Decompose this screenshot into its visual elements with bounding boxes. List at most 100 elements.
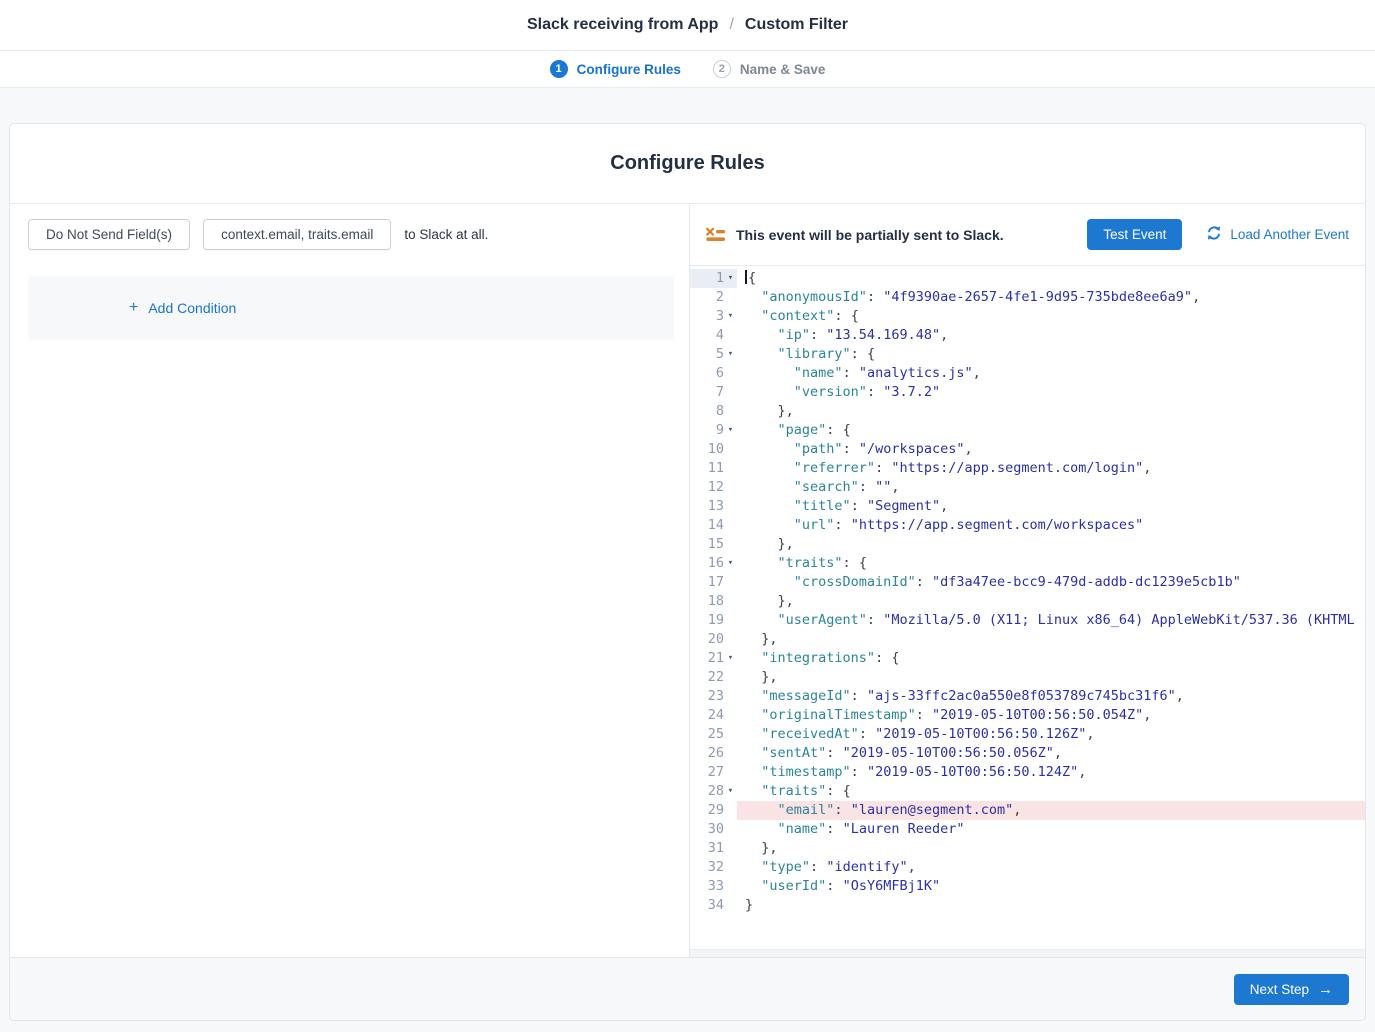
fold-arrow-icon[interactable]: ▾ [724,421,737,440]
card-body: Do Not Send Field(s) context.email, trai… [10,204,1365,957]
code-text: "userAgent": "Mozilla/5.0 (X11; Linux x8… [737,611,1365,630]
code-text: "type": "identify", [737,858,1365,877]
fold-arrow-icon[interactable]: ▾ [724,554,737,573]
text-cursor [745,270,747,284]
code-text: "sentAt": "2019-05-10T00:56:50.056Z", [737,744,1365,763]
code-text: }, [737,535,1365,554]
line-number: 13 [708,497,724,516]
top-bar: Slack receiving from App / Custom Filter [0,0,1375,51]
line-number: 14 [708,516,724,535]
code-line: 22 }, [690,668,1365,687]
line-number: 10 [708,440,724,459]
code-text: }, [737,630,1365,649]
fold-arrow-icon[interactable]: ▾ [724,269,737,288]
add-condition-label: Add Condition [148,300,236,316]
code-text: "crossDomainId": "df3a47ee-bcc9-479d-add… [737,573,1365,592]
code-line: 11 "referrer": "https://app.segment.com/… [690,459,1365,478]
preview-status-text: This event will be partially sent to Sla… [736,227,1004,243]
code-line: 10 "path": "/workspaces", [690,440,1365,459]
load-another-event-button[interactable]: Load Another Event [1206,225,1349,244]
code-text: "traits": { [737,554,1365,573]
horizontal-scrollbar[interactable] [690,949,1365,957]
code-text: "email": "lauren@segment.com", [737,801,1365,820]
code-text: } [737,896,1365,915]
breadcrumb: Slack receiving from App / Custom Filter [527,16,848,34]
code-text: "originalTimestamp": "2019-05-10T00:56:5… [737,706,1365,725]
breadcrumb-link-destination[interactable]: Slack receiving from App [527,16,718,34]
code-line: 32 "type": "identify", [690,858,1365,877]
code-text: }, [737,668,1365,687]
line-number: 32 [708,858,724,877]
line-number: 24 [708,706,724,725]
fold-arrow-icon[interactable]: ▾ [724,649,737,668]
rule-builder-panel: Do Not Send Field(s) context.email, trai… [10,204,690,957]
code-text: "name": "Lauren Reeder" [737,820,1365,839]
rule-fields-button[interactable]: context.email, traits.email [203,219,391,250]
code-line: 13 "title": "Segment", [690,497,1365,516]
line-number: 34 [708,896,724,915]
preview-header: This event will be partially sent to Sla… [690,204,1365,266]
line-number: 28 [708,782,724,801]
code-text: "page": { [737,421,1365,440]
card-title-area: Configure Rules [10,124,1365,204]
code-line: 27 "timestamp": "2019-05-10T00:56:50.124… [690,763,1365,782]
code-text: "timestamp": "2019-05-10T00:56:50.124Z", [737,763,1365,782]
code-line: 1▾{ [690,269,1365,288]
code-line: 16▾ "traits": { [690,554,1365,573]
line-number: 31 [708,839,724,858]
fold-arrow-icon[interactable]: ▾ [724,345,737,364]
step-name-and-save[interactable]: 2 Name & Save [713,60,826,78]
line-number: 2 [716,288,724,307]
breadcrumb-separator: / [729,16,733,34]
code-line: 19 "userAgent": "Mozilla/5.0 (X11; Linux… [690,611,1365,630]
rule-row: Do Not Send Field(s) context.email, trai… [28,219,689,250]
code-text: "traits": { [737,782,1365,801]
test-event-button[interactable]: Test Event [1087,219,1182,250]
code-text: "ip": "13.54.169.48", [737,326,1365,345]
code-text: "url": "https://app.segment.com/workspac… [737,516,1365,535]
code-text: "messageId": "ajs-33ffc2ac0a550e8f053789… [737,687,1365,706]
line-number: 26 [708,744,724,763]
line-number: 5 [716,345,724,364]
code-editor[interactable]: 1▾{2 "anonymousId": "4f9390ae-2657-4fe1-… [690,266,1365,949]
code-text: "path": "/workspaces", [737,440,1365,459]
arrow-right-icon: → [1318,982,1333,997]
code-line: 25 "receivedAt": "2019-05-10T00:56:50.12… [690,725,1365,744]
code-line: 15 }, [690,535,1365,554]
line-number: 18 [708,592,724,611]
step-1-label: Configure Rules [577,62,681,77]
line-number: 19 [708,611,724,630]
fold-arrow-icon[interactable]: ▾ [724,307,737,326]
add-condition-panel: + Add Condition [28,276,674,340]
code-line: 29 "email": "lauren@segment.com", [690,801,1365,820]
fold-arrow-icon[interactable]: ▾ [724,782,737,801]
line-number: 16 [708,554,724,573]
code-text: }, [737,402,1365,421]
step-configure-rules[interactable]: 1 Configure Rules [550,60,681,78]
code-text: "receivedAt": "2019-05-10T00:56:50.126Z"… [737,725,1365,744]
code-text: "search": "", [737,478,1365,497]
steps-bar: 1 Configure Rules 2 Name & Save [0,51,1375,88]
refresh-icon [1206,225,1222,244]
code-line: 14 "url": "https://app.segment.com/works… [690,516,1365,535]
configure-rules-card: Configure Rules Do Not Send Field(s) con… [9,123,1366,1021]
next-step-button[interactable]: Next Step → [1234,974,1349,1005]
breadcrumb-current: Custom Filter [745,16,848,34]
code-text: }, [737,839,1365,858]
code-line: 7 "version": "3.7.2" [690,383,1365,402]
add-condition-button[interactable]: + Add Condition [129,300,236,316]
next-step-label: Next Step [1250,982,1309,997]
code-line: 6 "name": "analytics.js", [690,364,1365,383]
step-2-label: Name & Save [740,62,826,77]
line-number: 11 [708,459,724,478]
code-line: 5▾ "library": { [690,345,1365,364]
filter-event-icon [706,227,726,242]
code-text: "referrer": "https://app.segment.com/log… [737,459,1365,478]
code-line: 33 "userId": "OsY6MFBj1K" [690,877,1365,896]
rule-action-button[interactable]: Do Not Send Field(s) [28,219,190,250]
line-number: 4 [716,326,724,345]
code-line: 30 "name": "Lauren Reeder" [690,820,1365,839]
code-line: 24 "originalTimestamp": "2019-05-10T00:5… [690,706,1365,725]
page-title: Configure Rules [610,152,764,175]
preview-actions: Test Event Load Another Event [1087,219,1349,250]
